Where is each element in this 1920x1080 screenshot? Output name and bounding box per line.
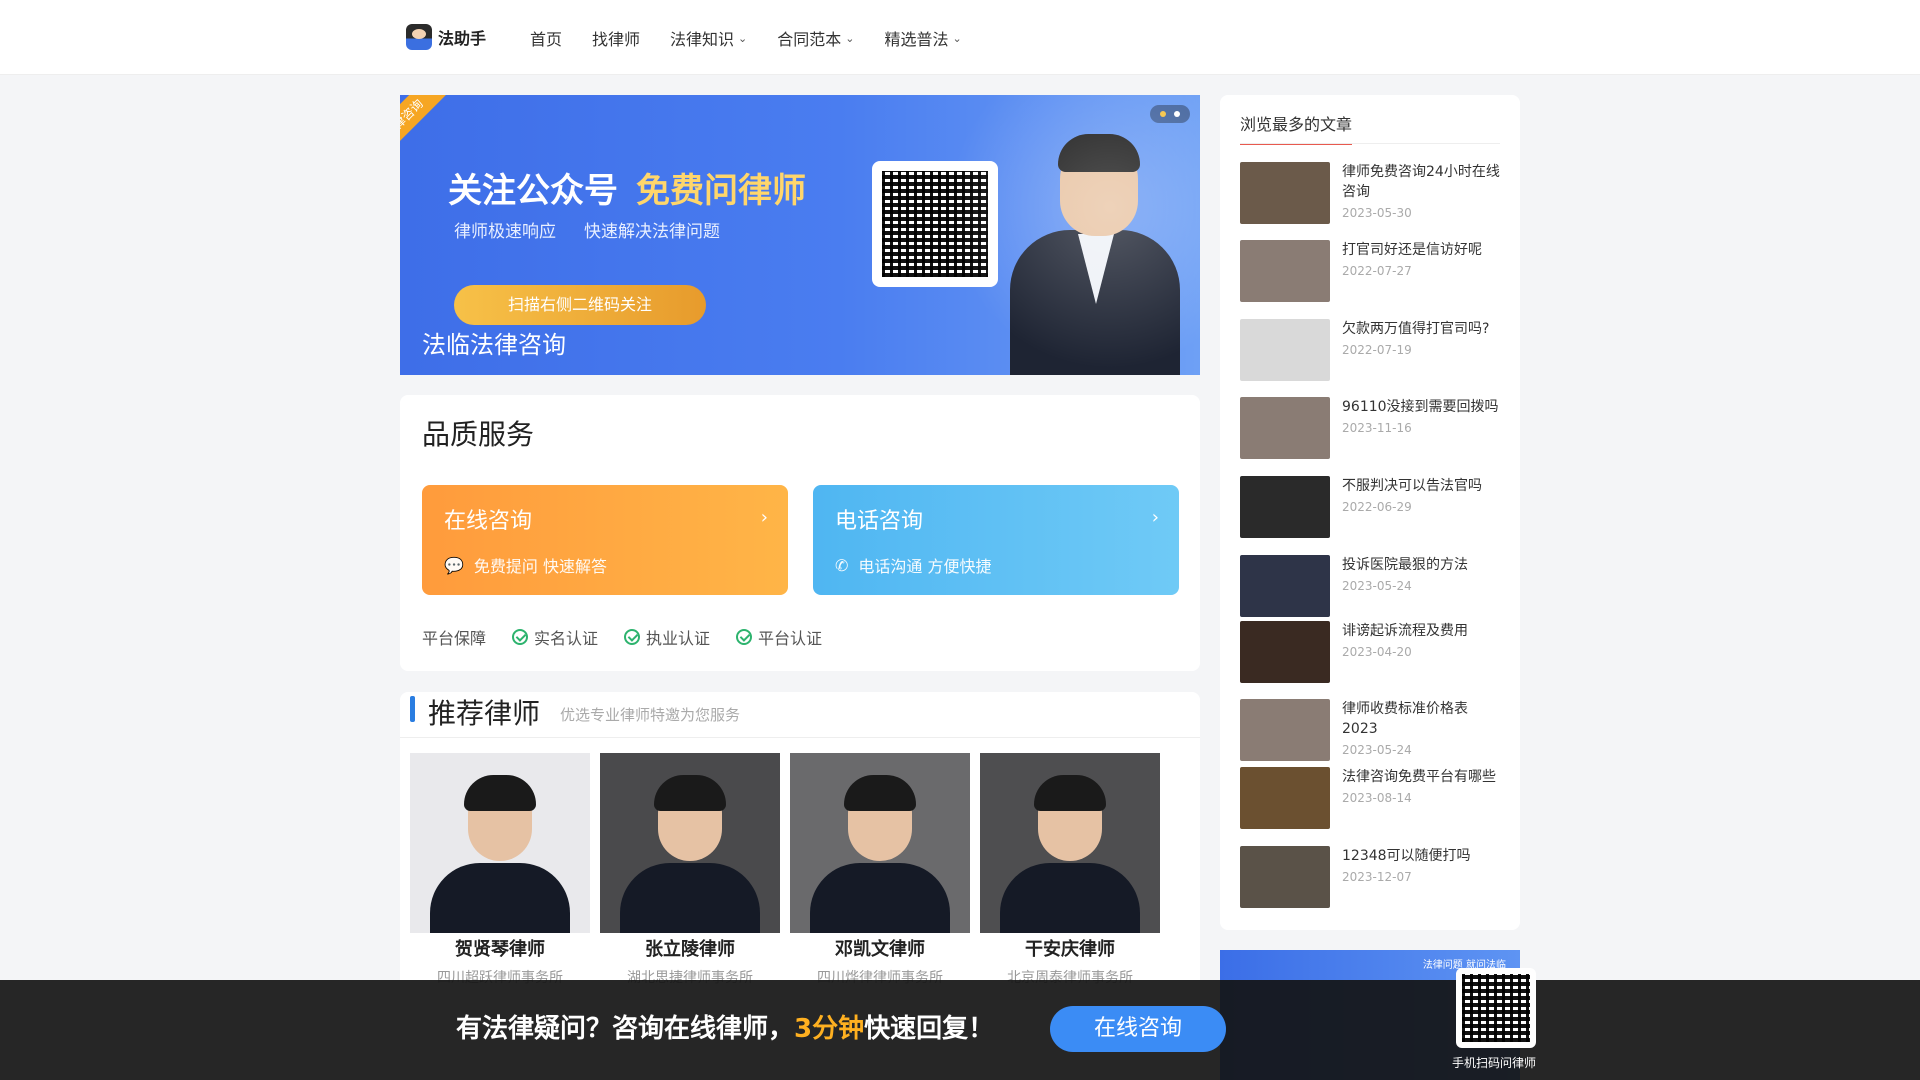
article-date: 2023-08-14 xyxy=(1342,791,1412,805)
lawyer-list: 贺贤琴律师 四川超跃律师事务所 张立陵律师 湖北思捷律师事务所 邓凯文律师 四川… xyxy=(410,753,1160,987)
logo-text: 法助手 xyxy=(438,29,487,48)
lawyer-photo xyxy=(600,753,780,933)
article-title: 12348可以随便打吗 xyxy=(1342,848,1471,864)
article-thumbnail xyxy=(1240,162,1330,224)
banner-scan-button[interactable]: 扫描右侧二维码关注 xyxy=(454,285,706,325)
article-title: 诽谤起诉流程及费用 xyxy=(1342,623,1468,639)
main-nav: 首页 找律师 法律知识 ⌄ 合同范本 ⌄ 精选普法 ⌄ xyxy=(530,26,962,50)
chat-icon: 💬 xyxy=(444,555,464,575)
article-item[interactable]: 12348可以随便打吗 2023-12-07 xyxy=(1240,846,1500,910)
site-logo[interactable]: 法助手 xyxy=(406,24,486,50)
qr-label: 手机扫码问律师 xyxy=(1452,1056,1537,1070)
article-thumbnail xyxy=(1240,397,1330,459)
lawyer-portrait xyxy=(1010,130,1180,375)
lawyer-card[interactable]: 张立陵律师 湖北思捷律师事务所 xyxy=(600,753,780,987)
article-date: 2023-11-16 xyxy=(1342,421,1412,435)
online-consult-button[interactable]: 在线咨询 xyxy=(1050,1006,1226,1052)
lawyer-card[interactable]: 邓凯文律师 四川烨律律师事务所 xyxy=(790,753,970,987)
article-title: 法律咨询免费平台有哪些 xyxy=(1342,769,1496,785)
article-title: 律师免费咨询24小时在线咨询 xyxy=(1342,164,1500,200)
chevron-right-icon: › xyxy=(760,507,768,528)
chevron-down-icon: ⌄ xyxy=(738,31,748,45)
lawyers-title: 推荐律师 xyxy=(428,697,541,730)
nav-contract-templates[interactable]: 合同范本 ⌄ xyxy=(777,26,854,50)
lawyer-photo xyxy=(980,753,1160,933)
article-title: 96110没接到需要回拨吗 xyxy=(1342,399,1499,415)
article-date: 2022-07-27 xyxy=(1342,264,1412,278)
article-date: 2023-04-20 xyxy=(1342,645,1412,659)
article-date: 2023-05-30 xyxy=(1342,206,1412,220)
article-title: 投诉医院最狠的方法 xyxy=(1342,557,1468,573)
article-date: 2023-12-07 xyxy=(1342,870,1412,884)
qr-code-icon xyxy=(1456,968,1536,1048)
nav-find-lawyer[interactable]: 找律师 xyxy=(592,26,640,50)
article-item[interactable]: 律师免费咨询24小时在线咨询 2023-05-30 xyxy=(1240,162,1500,226)
qr-code-icon xyxy=(872,161,998,287)
article-date: 2023-05-24 xyxy=(1342,743,1412,757)
lawyers-subtitle: 优选专业律师特邀为您服务 xyxy=(560,706,741,724)
article-date: 2023-05-24 xyxy=(1342,579,1412,593)
platform-guarantee: 平台保障 实名认证 执业认证 平台认证 xyxy=(422,629,823,648)
carousel-dot[interactable] xyxy=(1174,111,1180,117)
chevron-down-icon: ⌄ xyxy=(845,31,855,45)
most-viewed-sidebar: 浏览最多的文章 律师免费咨询24小时在线咨询 2023-05-30 打官司好还是信访… xyxy=(1220,95,1520,930)
lawyer-card[interactable]: 贺贤琴律师 四川超跃律师事务所 xyxy=(410,753,590,987)
bottom-consult-bar: 有法律疑问？咨询在线律师，3分钟快速回复！ 在线咨询 手机扫码问律师 xyxy=(0,968,1920,1080)
chevron-down-icon: ⌄ xyxy=(952,31,962,45)
phone-icon: ✆ xyxy=(835,555,849,575)
article-date: 2022-07-19 xyxy=(1342,343,1412,357)
article-item[interactable]: 法律咨询免费平台有哪些 2023-08-14 xyxy=(1240,767,1500,831)
article-thumbnail xyxy=(1240,621,1330,683)
article-thumbnail xyxy=(1240,767,1330,829)
promo-banner[interactable]: 法律咨询 关注公众号 免费问律师 律师极速响应 快速解决法律问题 扫描右侧二维码… xyxy=(400,95,1200,375)
nav-home[interactable]: 首页 xyxy=(530,26,562,50)
banner-title: 关注公众号 免费问律师 xyxy=(448,171,806,211)
quality-title: 品质服务 xyxy=(422,418,535,451)
bottom-slogan: 有法律疑问？咨询在线律师，3分钟快速回复！ xyxy=(456,1014,995,1044)
quality-service-card: 品质服务 在线咨询 › 💬 免费提问 快速解答 电话咨询 › ✆ 电话沟通 方便快捷… xyxy=(400,395,1200,671)
chevron-right-icon: › xyxy=(1151,507,1159,528)
article-thumbnail xyxy=(1240,699,1330,761)
article-item[interactable]: 诽谤起诉流程及费用 2023-04-20 xyxy=(1240,621,1500,685)
article-title: 打官司好还是信访好呢 xyxy=(1342,242,1482,258)
article-item[interactable]: 投诉医院最狠的方法 2023-05-24 xyxy=(1240,555,1500,619)
article-thumbnail xyxy=(1240,319,1330,381)
check-circle-icon xyxy=(624,629,641,645)
article-thumbnail xyxy=(1240,240,1330,302)
carousel-indicator[interactable] xyxy=(1150,105,1190,123)
article-item[interactable]: 欠款两万值得打官司吗? 2022-07-19 xyxy=(1240,319,1500,383)
nav-legal-education[interactable]: 精选普法 ⌄ xyxy=(885,26,962,50)
banner-ribbon: 法律咨询 xyxy=(400,95,456,171)
carousel-dot[interactable] xyxy=(1160,111,1166,117)
article-thumbnail xyxy=(1240,555,1330,617)
lawyer-photo xyxy=(790,753,970,933)
article-title: 律师收费标准价格表2023 xyxy=(1342,701,1468,737)
top-header: 法助手 首页 找律师 法律知识 ⌄ 合同范本 ⌄ 精选普法 ⌄ xyxy=(0,0,1920,75)
banner-caption: 法临法律咨询 xyxy=(422,331,566,359)
logo-icon xyxy=(406,24,432,50)
nav-legal-knowledge[interactable]: 法律知识 ⌄ xyxy=(670,26,747,50)
article-title: 不服判决可以告法官吗 xyxy=(1342,478,1482,494)
lawyer-photo xyxy=(410,753,590,933)
lawyers-header: 推荐律师 优选专业律师特邀为您服务 xyxy=(400,692,1200,738)
article-item[interactable]: 打官司好还是信访好呢 2022-07-27 xyxy=(1240,240,1500,304)
article-item[interactable]: 96110没接到需要回拨吗 2023-11-16 xyxy=(1240,397,1500,461)
article-title: 欠款两万值得打官司吗? xyxy=(1342,321,1490,337)
article-item[interactable]: 律师收费标准价格表2023 2023-05-24 xyxy=(1240,699,1500,763)
article-thumbnail xyxy=(1240,476,1330,538)
lawyer-card[interactable]: 干安庆律师 北京周泰律师事务所 xyxy=(980,753,1160,987)
sidebar-title: 浏览最多的文章 xyxy=(1240,111,1353,145)
article-date: 2022-06-29 xyxy=(1342,500,1412,514)
online-consult-card[interactable]: 在线咨询 › 💬 免费提问 快速解答 xyxy=(422,485,788,595)
check-circle-icon xyxy=(736,629,753,645)
banner-subtitle: 律师极速响应 快速解决法律问题 xyxy=(454,222,720,242)
check-circle-icon xyxy=(512,629,529,645)
article-item[interactable]: 不服判决可以告法官吗 2022-06-29 xyxy=(1240,476,1500,540)
phone-consult-card[interactable]: 电话咨询 › ✆ 电话沟通 方便快捷 xyxy=(813,485,1179,595)
article-thumbnail xyxy=(1240,846,1330,908)
